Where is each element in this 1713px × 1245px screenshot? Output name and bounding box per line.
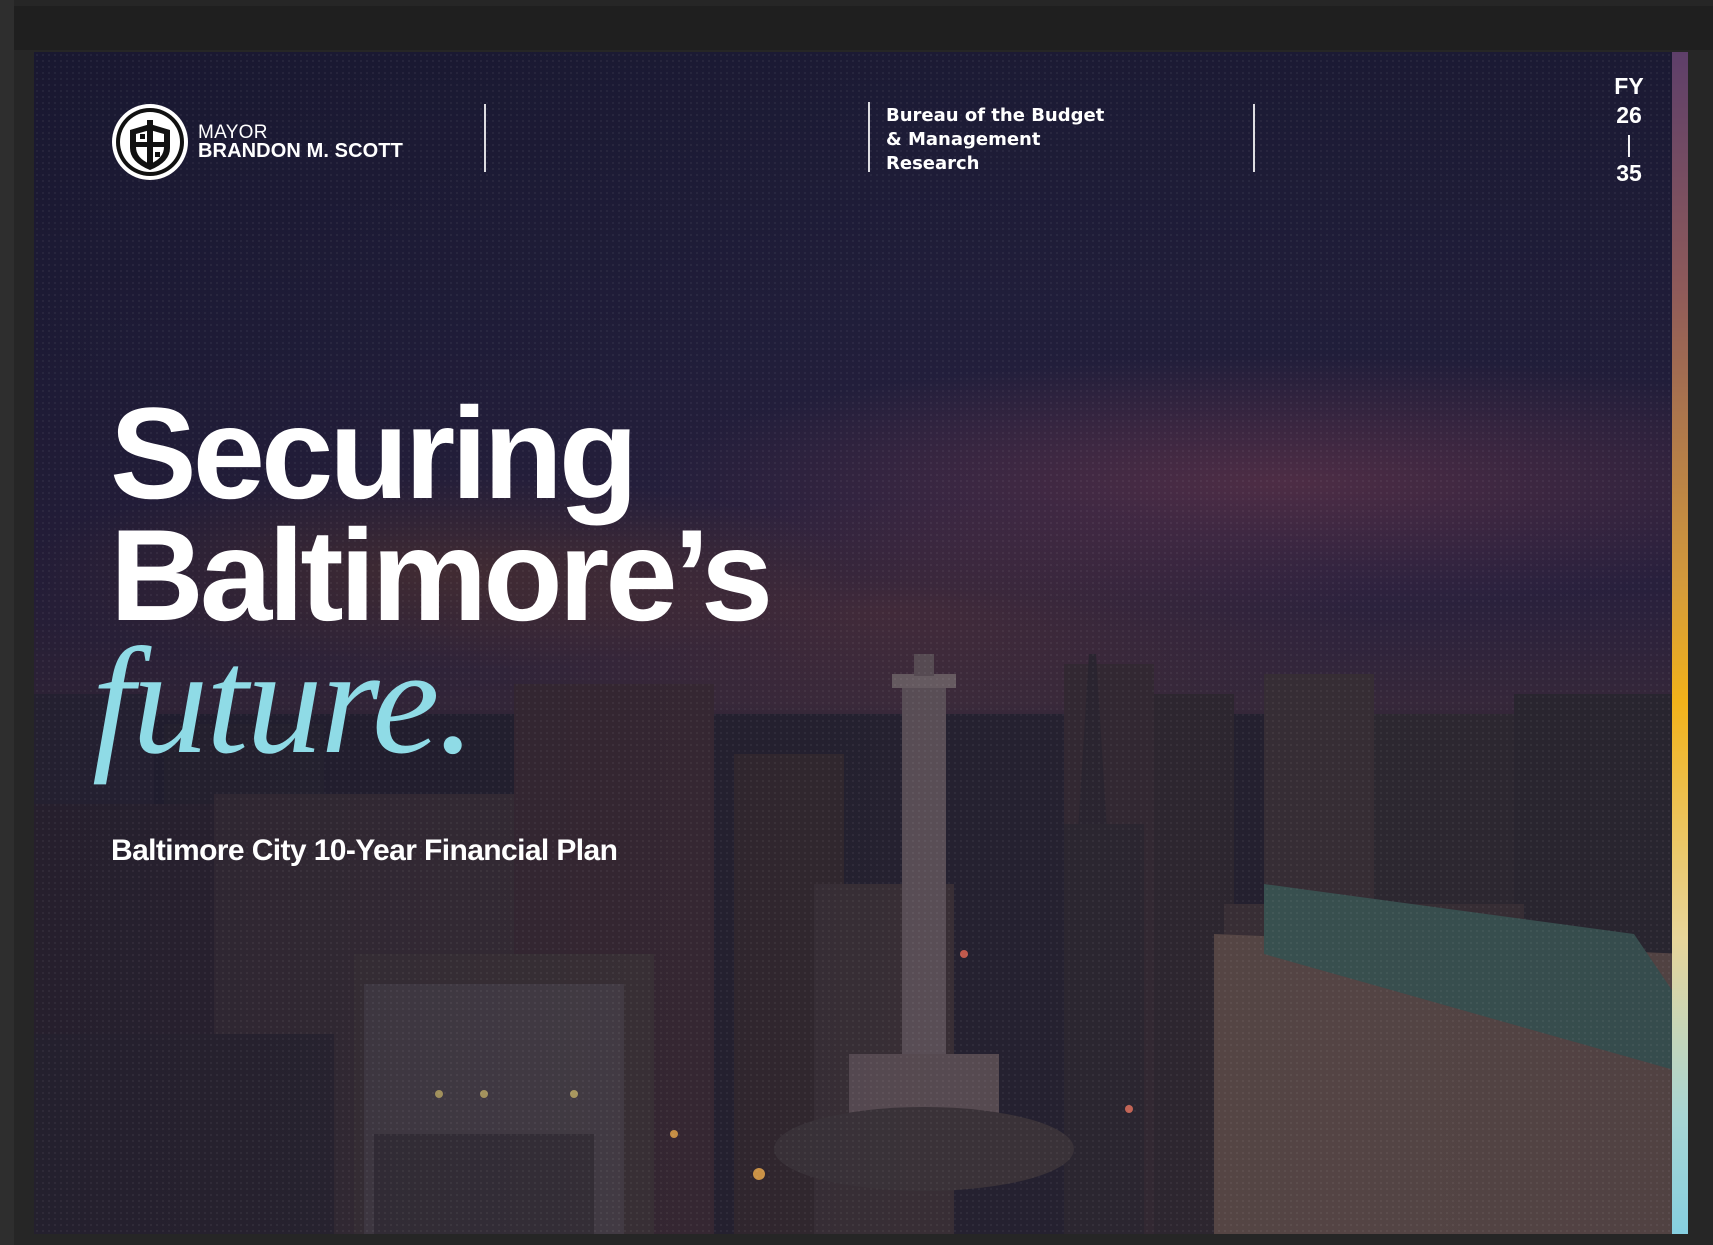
page-title: Securing Baltimore’s: [110, 380, 773, 640]
mayor-signature-block: MAYOR BRANDON M. SCOTT: [198, 123, 403, 161]
fy-start: 26: [1616, 102, 1642, 128]
fy-label: FY: [1614, 73, 1644, 99]
viewer-left-gutter: [0, 0, 14, 1245]
cover-page: MAYOR BRANDON M. SCOTT Bureau of the Bud…: [34, 52, 1688, 1234]
title-line-3: future.: [92, 617, 475, 785]
fy-end: 35: [1616, 160, 1642, 186]
page-subtitle: Baltimore City 10-Year Financial Plan: [111, 834, 618, 867]
header-divider: [1253, 104, 1255, 172]
fiscal-year-range: FY 26 | 35: [1606, 72, 1652, 188]
header-divider: [868, 102, 870, 172]
bureau-line: Bureau of the Budget: [886, 105, 1105, 126]
title-line-1: Securing: [110, 380, 638, 526]
bureau-name: Bureau of the Budget & Management Resear…: [886, 104, 1104, 176]
mayor-name: BRANDON M. SCOTT: [198, 140, 403, 162]
document-viewer: MAYOR BRANDON M. SCOTT Bureau of the Bud…: [0, 0, 1713, 1245]
fy-separator: |: [1626, 131, 1632, 157]
viewer-top-bar: [14, 6, 1713, 50]
bureau-line: & Management: [886, 129, 1041, 150]
header-divider: [484, 104, 486, 172]
bureau-line: Research: [886, 153, 980, 174]
gradient-accent-bar: [1672, 52, 1688, 1234]
city-seal-icon: [110, 102, 190, 182]
